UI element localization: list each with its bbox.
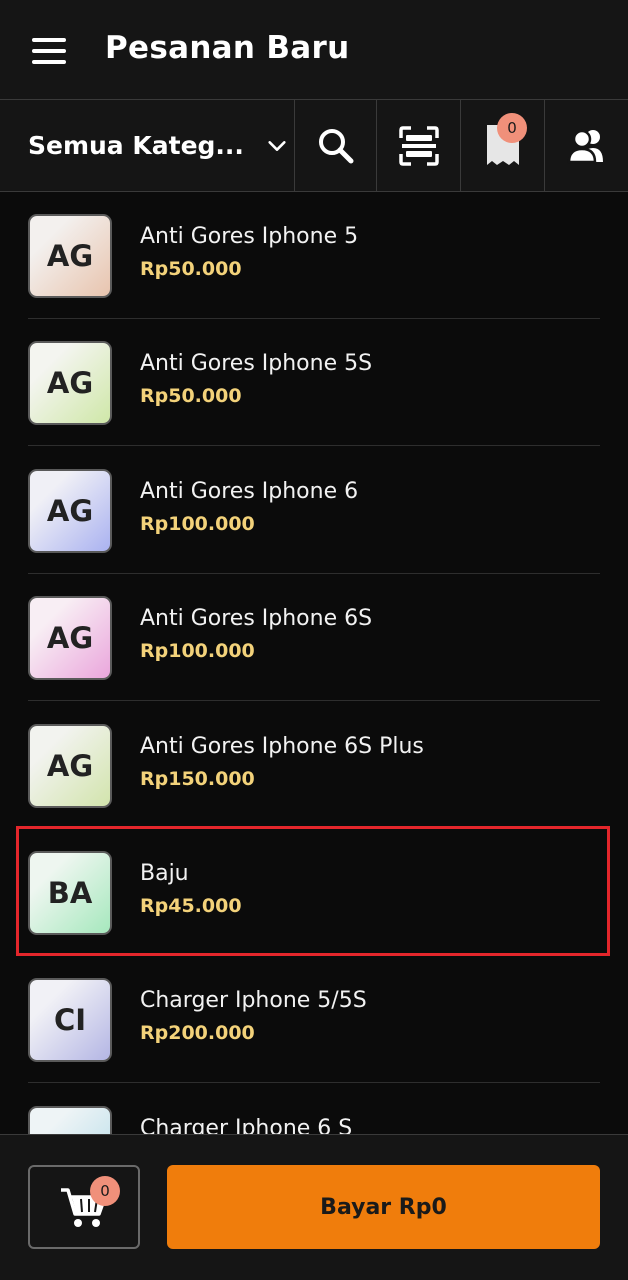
- product-avatar: CI: [28, 978, 112, 1063]
- product-item[interactable]: CI Charger Iphone 5/5S Rp200.000: [0, 956, 628, 1084]
- product-name: Anti Gores Iphone 6S Plus: [140, 733, 424, 759]
- customer-button[interactable]: [544, 100, 628, 191]
- product-item[interactable]: AG Anti Gores Iphone 6S Rp100.000: [0, 574, 628, 702]
- hamburger-menu-icon[interactable]: [32, 38, 66, 64]
- barcode-scan-icon: [398, 125, 439, 166]
- category-label: Semua Kateg...: [28, 131, 244, 160]
- app-header: Pesanan Baru: [0, 0, 628, 100]
- product-item[interactable]: AG Anti Gores Iphone 6 Rp100.000: [0, 447, 628, 574]
- product-price: Rp50.000: [140, 258, 242, 280]
- product-price: Rp100.000: [140, 512, 255, 535]
- cart-count-badge: 0: [90, 1176, 120, 1206]
- pay-button[interactable]: Bayar Rp0: [167, 1165, 600, 1249]
- bottom-bar: 0 Bayar Rp0: [0, 1134, 628, 1280]
- product-avatar: AG: [28, 214, 112, 298]
- search-button[interactable]: [294, 100, 376, 191]
- product-name: Anti Gores Iphone 6: [140, 478, 359, 504]
- product-item[interactable]: BA Baju Rp45.000: [0, 829, 628, 956]
- chevron-down-icon: [268, 140, 286, 151]
- page-title: Pesanan Baru: [105, 30, 350, 66]
- product-name: Charger Iphone 5/5S: [140, 988, 367, 1014]
- product-name: Anti Gores Iphone 6S: [140, 606, 373, 632]
- product-item[interactable]: AG Anti Gores Iphone 5 Rp50.000: [0, 192, 628, 319]
- product-price: Rp150.000: [140, 767, 255, 790]
- cart-button[interactable]: 0: [28, 1165, 140, 1249]
- category-dropdown[interactable]: Semua Kateg...: [0, 100, 294, 191]
- product-price: Rp45.000: [140, 895, 242, 917]
- barcode-scan-button[interactable]: [376, 100, 460, 191]
- product-price: Rp100.000: [140, 640, 255, 663]
- product-avatar: AG: [28, 341, 112, 426]
- receipt-count-badge: 0: [497, 113, 527, 143]
- product-avatar: AG: [28, 596, 112, 681]
- product-name: Anti Gores Iphone 5S: [140, 351, 373, 377]
- product-item[interactable]: AG Anti Gores Iphone 6S Plus Rp150.000: [0, 702, 628, 829]
- product-name: Charger Iphone 6 S: [140, 1115, 353, 1134]
- toolbar: Semua Kateg... 0: [0, 100, 628, 192]
- product-avatar: BA: [28, 851, 112, 935]
- product-name: Baju: [140, 861, 189, 886]
- product-avatar: AG: [28, 723, 112, 808]
- customer-icon: [567, 129, 603, 163]
- product-item[interactable]: AG Anti Gores Iphone 5S Rp50.000: [0, 319, 628, 447]
- receipt-button[interactable]: 0: [460, 100, 544, 191]
- product-item[interactable]: Charger Iphone 6 S: [0, 1084, 628, 1134]
- product-price: Rp50.000: [140, 385, 242, 408]
- product-price: Rp200.000: [140, 1022, 255, 1045]
- product-list[interactable]: AG Anti Gores Iphone 5 Rp50.000 AG Anti Gore…: [0, 192, 628, 1134]
- product-name: Anti Gores Iphone 5: [140, 224, 359, 249]
- search-icon: [318, 128, 353, 163]
- product-avatar: [28, 1105, 112, 1134]
- product-avatar: AG: [28, 468, 112, 553]
